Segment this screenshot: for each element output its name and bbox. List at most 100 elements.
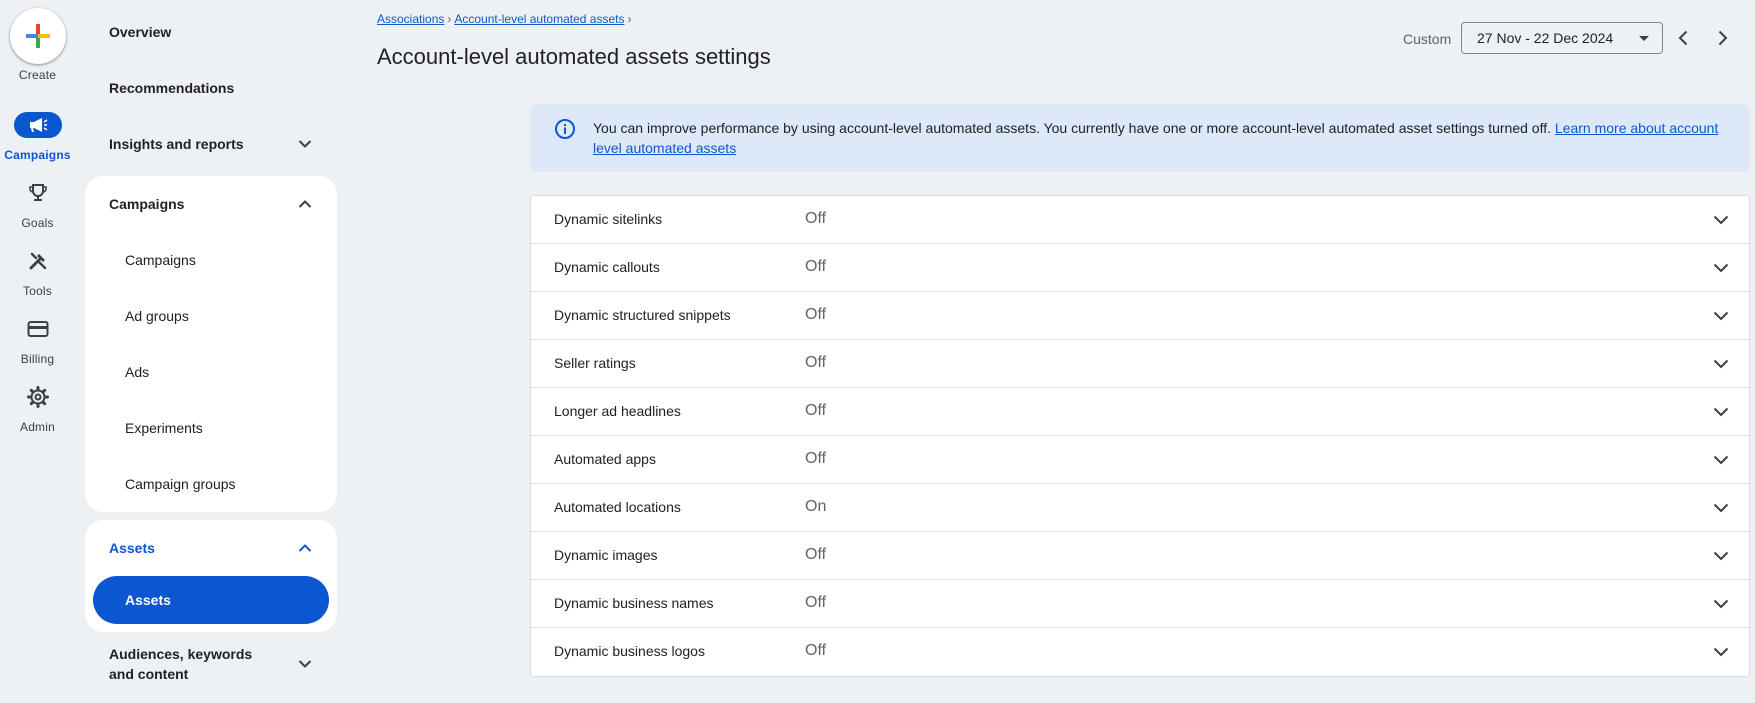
- gear-icon: [14, 384, 62, 410]
- campaigns-megaphone-icon: [13, 112, 62, 138]
- nav-label: Overview: [109, 24, 172, 40]
- setting-row-dynamic-structured-snippets[interactable]: Dynamic structured snippets Off: [531, 292, 1749, 340]
- nav-item-insights-and-reports[interactable]: Insights and reports: [85, 116, 337, 172]
- expand-chevron-icon[interactable]: [1709, 544, 1733, 568]
- setting-name: Seller ratings: [554, 355, 636, 371]
- setting-name: Longer ad headlines: [554, 403, 681, 419]
- chevron-up-icon: [298, 544, 312, 552]
- expand-chevron-icon[interactable]: [1709, 640, 1733, 664]
- info-icon: [555, 119, 575, 139]
- nav-label: Audiences, keywords and content: [109, 646, 253, 682]
- nav-sub-ads[interactable]: Ads: [85, 344, 337, 400]
- chevron-left-icon: [1678, 30, 1688, 46]
- nav-sub-ad-groups[interactable]: Ad groups: [85, 288, 337, 344]
- nav-sub-campaign-groups[interactable]: Campaign groups: [85, 456, 337, 512]
- tools-icon: [14, 248, 62, 274]
- setting-name: Dynamic callouts: [554, 259, 660, 275]
- nav-group-assets[interactable]: Assets: [85, 520, 337, 576]
- expand-chevron-icon[interactable]: [1709, 256, 1733, 280]
- previous-period-button[interactable]: [1671, 26, 1695, 50]
- rail-item-billing[interactable]: Billing: [0, 316, 75, 376]
- trophy-icon: [14, 180, 62, 206]
- create-button[interactable]: [10, 8, 66, 64]
- expand-chevron-icon[interactable]: [1709, 400, 1733, 424]
- rail-item-goals[interactable]: Goals: [0, 180, 75, 240]
- plus-icon: [26, 24, 50, 48]
- breadcrumb-account-level-automated-assets[interactable]: Account-level automated assets: [454, 12, 624, 26]
- expand-chevron-icon[interactable]: [1709, 304, 1733, 328]
- campaigns-section-card: Campaigns Campaigns Ad groups Ads Experi…: [85, 176, 337, 512]
- expand-chevron-icon[interactable]: [1709, 496, 1733, 520]
- setting-status: Off: [805, 450, 827, 467]
- rail-item-campaigns[interactable]: Campaigns: [0, 112, 75, 172]
- nav-label: Campaigns: [109, 196, 185, 212]
- breadcrumb: Associations › Account-level automated a…: [377, 12, 631, 26]
- setting-name: Dynamic sitelinks: [554, 211, 663, 227]
- chevron-down-icon: [298, 140, 312, 148]
- expand-chevron-icon[interactable]: [1709, 208, 1733, 232]
- setting-name: Automated locations: [554, 499, 681, 515]
- breadcrumb-separator-icon: ›: [627, 12, 632, 26]
- nav-sub-experiments[interactable]: Experiments: [85, 400, 337, 456]
- create-label: Create: [18, 68, 57, 82]
- rail-label-campaigns: Campaigns: [4, 148, 71, 162]
- expand-chevron-icon[interactable]: [1709, 448, 1733, 472]
- date-range-type-label: Custom: [1403, 31, 1452, 47]
- rail-item-admin[interactable]: Admin: [0, 384, 75, 444]
- setting-name: Dynamic images: [554, 547, 658, 563]
- setting-row-dynamic-callouts[interactable]: Dynamic callouts Off: [531, 244, 1749, 292]
- page-title: Account-level automated assets settings: [377, 44, 771, 69]
- assets-section-card: Assets Assets: [85, 520, 337, 632]
- date-range-selector[interactable]: 27 Nov - 22 Dec 2024: [1461, 22, 1663, 54]
- setting-row-dynamic-sitelinks[interactable]: Dynamic sitelinks Off: [531, 196, 1749, 244]
- nav-item-audiences-keywords-content[interactable]: Audiences, keywords and content: [85, 636, 337, 692]
- chevron-up-icon: [298, 200, 312, 208]
- date-range-value: 27 Nov - 22 Dec 2024: [1477, 30, 1614, 46]
- rail-label-billing: Billing: [20, 352, 55, 366]
- expand-chevron-icon[interactable]: [1709, 592, 1733, 616]
- setting-status: Off: [805, 258, 827, 275]
- nav-sub-assets[interactable]: Assets: [93, 576, 329, 624]
- setting-row-automated-locations[interactable]: Automated locations On: [531, 484, 1749, 532]
- nav-group-campaigns[interactable]: Campaigns: [85, 176, 337, 232]
- navigation-rail: Create Campaigns Goals Tools Billing Adm…: [0, 0, 75, 703]
- setting-name: Dynamic structured snippets: [554, 307, 731, 323]
- info-banner-text: You can improve performance by using acc…: [593, 120, 1552, 136]
- nav-item-recommendations[interactable]: Recommendations: [85, 60, 337, 116]
- setting-name: Dynamic business logos: [554, 643, 705, 659]
- nav-item-overview[interactable]: Overview: [85, 4, 337, 60]
- setting-name: Automated apps: [554, 451, 656, 467]
- rail-label-admin: Admin: [19, 420, 55, 434]
- info-banner: You can improve performance by using acc…: [530, 104, 1750, 172]
- dropdown-caret-icon: [1639, 36, 1649, 41]
- info-banner-message: You can improve performance by using acc…: [593, 118, 1723, 158]
- nav-label: Assets: [109, 540, 155, 556]
- rail-item-tools[interactable]: Tools: [0, 248, 75, 308]
- setting-status: Off: [805, 354, 827, 371]
- setting-status: Off: [805, 594, 827, 611]
- setting-row-seller-ratings[interactable]: Seller ratings Off: [531, 340, 1749, 388]
- setting-status: On: [805, 498, 827, 515]
- next-period-button[interactable]: [1711, 26, 1735, 50]
- setting-name: Dynamic business names: [554, 595, 714, 611]
- automated-assets-settings-list: Dynamic sitelinks Off Dynamic callouts Off D…: [530, 195, 1750, 677]
- setting-row-automated-apps[interactable]: Automated apps Off: [531, 436, 1749, 484]
- chevron-down-icon: [298, 660, 312, 668]
- breadcrumb-associations[interactable]: Associations: [377, 12, 444, 26]
- setting-row-longer-ad-headlines[interactable]: Longer ad headlines Off: [531, 388, 1749, 436]
- setting-status: Off: [805, 546, 827, 563]
- setting-row-dynamic-images[interactable]: Dynamic images Off: [531, 532, 1749, 580]
- rail-label-goals: Goals: [21, 216, 54, 230]
- credit-card-icon: [14, 316, 62, 342]
- setting-status: Off: [805, 402, 827, 419]
- breadcrumb-separator-icon: ›: [447, 12, 452, 26]
- expand-chevron-icon[interactable]: [1709, 352, 1733, 376]
- nav-label: Recommendations: [109, 80, 235, 96]
- rail-label-tools: Tools: [22, 284, 52, 298]
- setting-status: Off: [805, 210, 827, 227]
- setting-status: Off: [805, 642, 827, 659]
- chevron-right-icon: [1718, 30, 1728, 46]
- setting-row-dynamic-business-names[interactable]: Dynamic business names Off: [531, 580, 1749, 628]
- nav-sub-campaigns[interactable]: Campaigns: [85, 232, 337, 288]
- setting-row-dynamic-business-logos[interactable]: Dynamic business logos Off: [531, 628, 1749, 676]
